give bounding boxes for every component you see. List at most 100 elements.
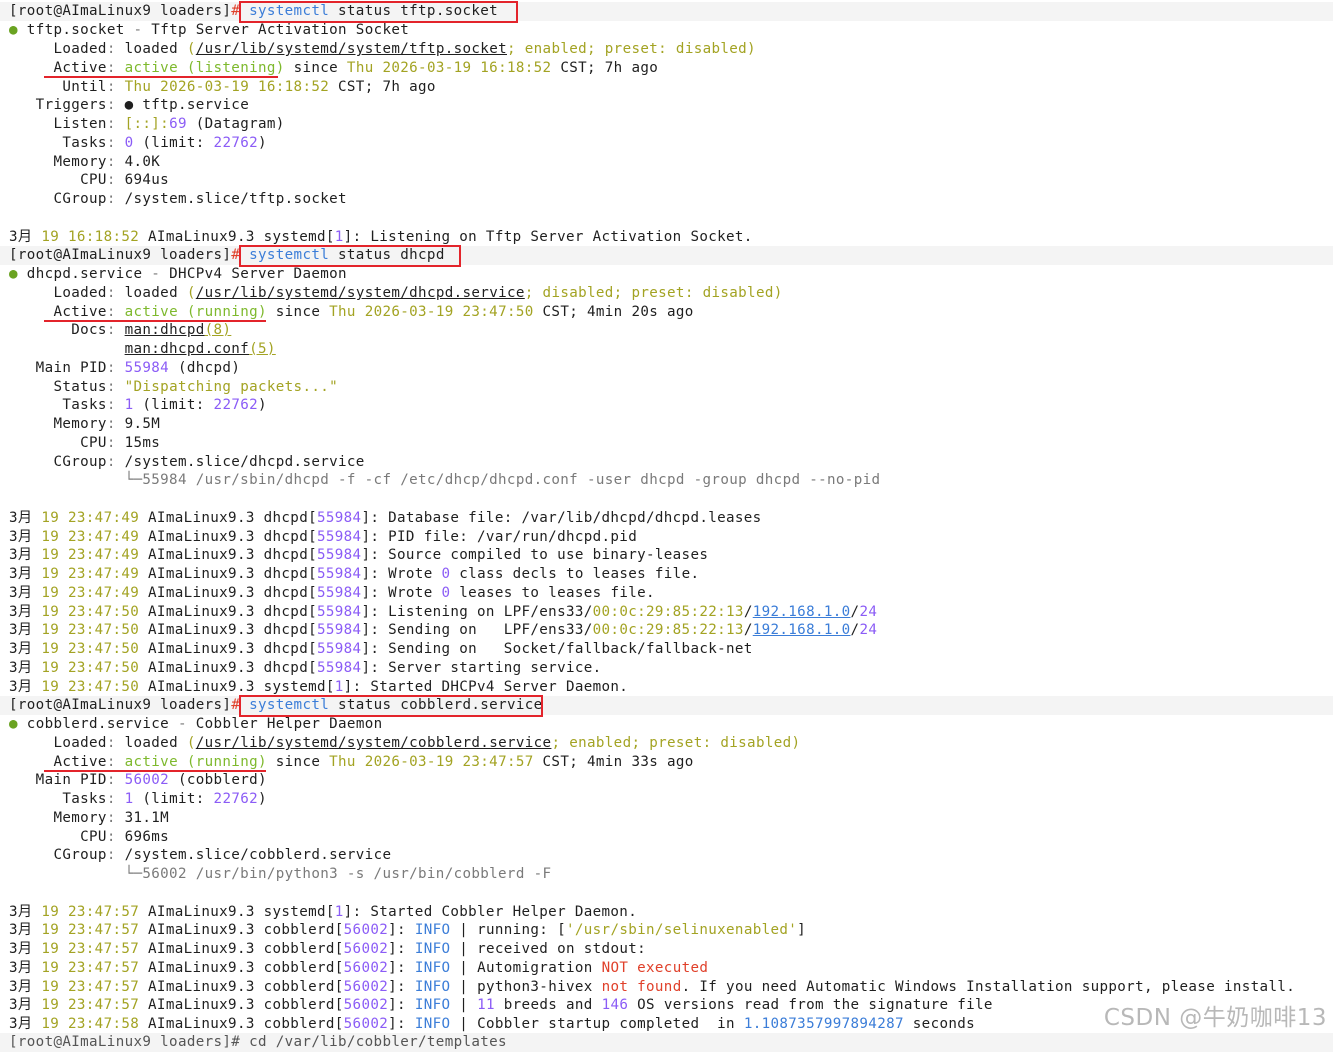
text-segment: ]: Listening on LPF/ens33/ (361, 604, 593, 620)
text-segment: AImaLinux9.3 dhcpd[ (139, 604, 317, 620)
text-segment: 22762 (213, 135, 259, 151)
terminal-output-line: Status: "Dispatching packets..." (9, 378, 338, 397)
terminal-output-line: 3月 19 23:47:50 AImaLinux9.3 dhcpd[55984]… (9, 621, 877, 640)
text-segment: Status (9, 379, 107, 395)
text-segment: INFO (414, 922, 451, 938)
text-segment: CST; 7h ago (551, 60, 659, 76)
text-segment: since (266, 754, 330, 770)
text-segment: 19 23:47:57 (41, 979, 140, 995)
text-segment: AImaLinux9.3 cobblerd[ (139, 997, 344, 1013)
text-segment: 3月 (9, 1016, 42, 1032)
terminal-output-line: ● dhcpd.service - DHCPv4 Server Daemon (9, 265, 347, 284)
text-segment: (Datagram) (186, 116, 285, 132)
text-segment: '/usr/sbin/selinuxenabled' (565, 922, 798, 938)
text-segment: 55984 (316, 566, 362, 582)
text-segment: 3月 (9, 997, 42, 1013)
text-segment: ● (9, 266, 27, 282)
terminal-output-line: CGroup: /system.slice/dhcpd.service (9, 453, 365, 472)
terminal-output-line: 3月 19 23:47:57 AImaLinux9.3 cobblerd[560… (9, 978, 1295, 997)
terminal-output-line: 3月 19 23:47:58 AImaLinux9.3 cobblerd[560… (9, 1015, 975, 1034)
text-segment: 19 23:47:58 (41, 1016, 140, 1032)
text-segment: (dhcpd) (169, 360, 241, 376)
text-segment: active (listening) (124, 60, 285, 76)
text-segment: 3月 (9, 679, 42, 695)
text-segment: 19 23:47:57 (41, 941, 140, 957)
text-segment: 192.168.1.0 (752, 622, 851, 638)
text-segment: ● (9, 716, 27, 732)
text-segment: : (106, 154, 125, 170)
text-segment: status cobblerd.service (329, 697, 543, 713)
text-segment: 19 23:47:49 (41, 529, 140, 545)
text-segment: 3月 (9, 510, 42, 526)
terminal-output-line: ● cobblerd.service - Cobbler Helper Daem… (9, 715, 383, 734)
text-segment: /usr/lib/systemd/system/dhcpd.service (195, 285, 525, 301)
text-segment: loaded (124, 735, 187, 751)
text-segment: ]: Sending on Socket/fallback/fallback-n… (361, 641, 753, 657)
terminal-output-line: 3月 19 23:47:49 AImaLinux9.3 dhcpd[55984]… (9, 528, 637, 547)
text-segment: : (106, 360, 125, 376)
terminal-output-line: 3月 19 23:47:57 AImaLinux9.3 cobblerd[560… (9, 996, 993, 1015)
text-segment: 192.168.1.0 (752, 604, 851, 620)
text-segment: : (106, 454, 125, 470)
text-segment: : (106, 847, 125, 863)
text-segment: Docs (9, 322, 107, 338)
text-segment: Thu 2026-03-19 16:18:52 (124, 79, 330, 95)
text-segment: cobblerd.service (26, 716, 178, 732)
terminal-output-line: Memory: 4.0K (9, 153, 160, 172)
text-segment: dhcpd.service (26, 266, 152, 282)
text-segment: /usr/lib/systemd/system/cobblerd.service (195, 735, 552, 751)
text-segment: Triggers (9, 97, 107, 113)
text-segment: : (106, 191, 125, 207)
text-segment: AImaLinux9.3 systemd[ (139, 229, 335, 245)
text-segment: Active (9, 754, 107, 770)
text-segment: 56002 (343, 1016, 389, 1032)
text-segment: 56002 (124, 772, 170, 788)
terminal-output-line: CPU: 15ms (9, 434, 160, 453)
text-segment: 69 (169, 116, 187, 132)
text-segment: AImaLinux9.3 dhcpd[ (139, 566, 317, 582)
text-segment: AImaLinux9.3 dhcpd[ (139, 529, 317, 545)
text-segment: (limit: (133, 397, 214, 413)
text-segment: : (106, 60, 125, 76)
text-segment: 31.1M (124, 810, 170, 826)
text-segment: 56002 (343, 979, 389, 995)
terminal-output-line: Loaded: loaded (/usr/lib/systemd/system/… (9, 284, 783, 303)
text-segment: 19 16:18:52 (41, 229, 140, 245)
text-segment: : (106, 810, 125, 826)
active-status-underline-dhcpd (44, 320, 266, 322)
terminal-output-line: Listen: [::]:69 (Datagram) (9, 115, 285, 134)
terminal-output-line: Tasks: 1 (limit: 22762) (9, 790, 267, 809)
terminal-output-line: man:dhcpd.conf(5) (9, 340, 276, 359)
text-segment: Thu 2026-03-19 16:18:52 (346, 60, 552, 76)
text-segment: 19 23:47:57 (41, 922, 140, 938)
terminal-window[interactable]: [root@AImaLinux9 loaders]# systemctl sta… (0, 0, 1333, 1052)
text-segment: CPU (9, 435, 107, 451)
shell-prompt-line: [root@AImaLinux9 loaders]# systemctl sta… (0, 246, 1333, 265)
text-segment: INFO (414, 1016, 451, 1032)
text-segment: 3月 (9, 941, 42, 957)
text-segment: 11 (477, 997, 495, 1013)
text-segment: active (running) (124, 304, 267, 320)
text-segment: - (151, 266, 170, 282)
text-segment: 3月 (9, 660, 42, 676)
text-segment: CPU (9, 829, 107, 845)
text-segment: ] (797, 922, 807, 938)
text-segment: INFO (414, 997, 451, 1013)
text-segment: | python3-hivex (450, 979, 602, 995)
text-segment: 3月 (9, 529, 42, 545)
text-segment: 55984 (316, 604, 362, 620)
text-segment: ; disabled; preset: disabled) (524, 285, 783, 301)
text-segment: ( (186, 285, 196, 301)
text-segment: Thu 2026-03-19 23:47:50 (329, 304, 534, 320)
text-segment: 55984 (316, 641, 362, 657)
text-segment: : (106, 285, 125, 301)
text-segment: AImaLinux9.3 dhcpd[ (139, 641, 317, 657)
text-segment: AImaLinux9.3 dhcpd[ (139, 585, 317, 601)
text-segment: [root@AImaLinux9 loaders] (9, 247, 232, 263)
text-segment: 56002 (343, 960, 389, 976)
text-segment: INFO (414, 960, 451, 976)
text-segment: INFO (414, 979, 451, 995)
text-segment: systemctl (249, 697, 330, 713)
terminal-output-line: CGroup: /system.slice/tftp.socket (9, 190, 347, 209)
text-segment: : (106, 772, 125, 788)
